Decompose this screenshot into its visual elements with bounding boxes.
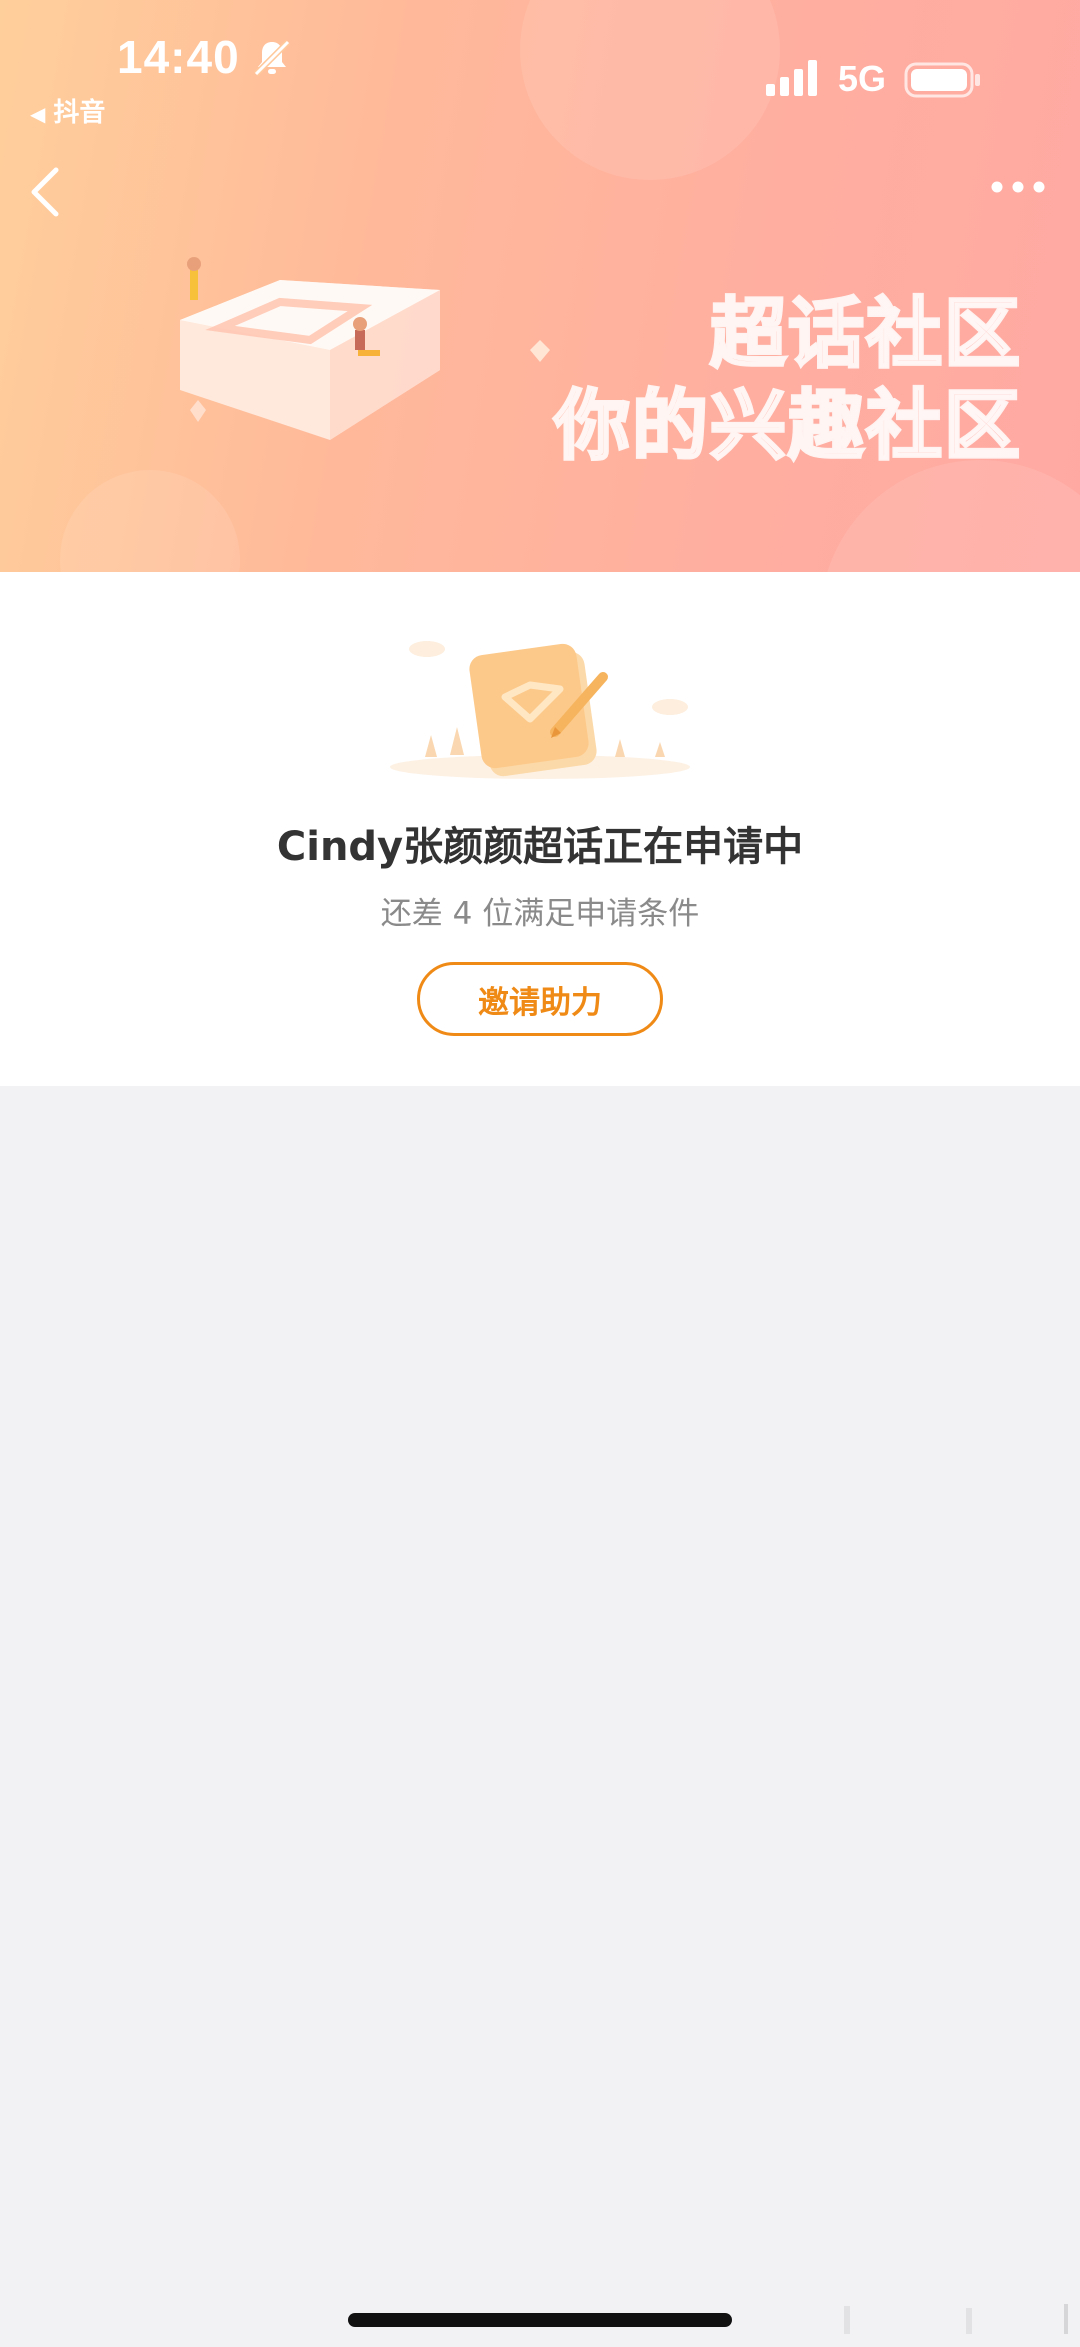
slogan-line2: 你的兴趣社区	[553, 380, 1022, 472]
header-banner: 14:40 ◀ 抖音 5G 超话社区 你的兴趣社区	[0, 0, 1080, 572]
apply-pending-illustration	[390, 641, 690, 779]
back-app-label: 抖音	[53, 98, 106, 128]
card-title: Cindy张颜颜超话正在申请中	[276, 824, 804, 870]
card-subtitle: 还差 4 位满足申请条件	[380, 896, 700, 932]
chevron-left-icon[interactable]	[24, 164, 64, 220]
signal-icon	[766, 60, 817, 96]
back-to-app[interactable]: ◀ 抖音	[30, 92, 105, 129]
bell-muted-icon	[253, 39, 291, 77]
banner-illustration	[180, 257, 550, 440]
invite-help-button[interactable]: 邀请助力	[417, 962, 663, 1036]
status-time: 14:40	[117, 31, 240, 83]
network-type: 5G	[838, 58, 887, 99]
back-triangle-icon: ◀	[30, 102, 46, 126]
apply-status-card: Cindy张颜颜超话正在申请中 还差 4 位满足申请条件 邀请助力	[0, 572, 1080, 1086]
home-indicator[interactable]	[348, 2313, 732, 2327]
scroll-edge-marks	[844, 2304, 1068, 2334]
more-dots-icon[interactable]	[990, 180, 1046, 194]
battery-icon	[904, 62, 980, 98]
